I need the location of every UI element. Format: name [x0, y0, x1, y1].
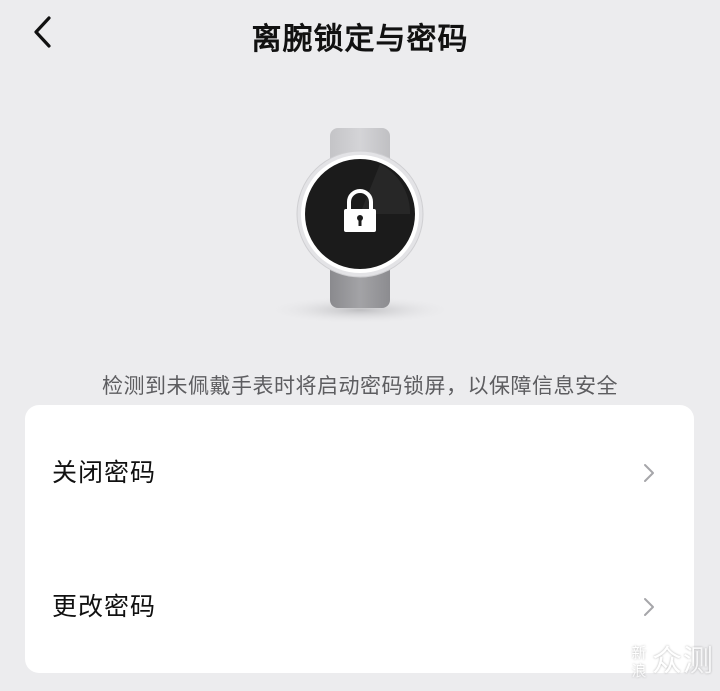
watermark-logo: 新浪 众测: [628, 640, 716, 684]
setting-label: 关闭密码: [52, 458, 157, 487]
header-bar: 离腕锁定与密码: [0, 0, 720, 66]
setting-label: 更改密码: [52, 592, 157, 621]
chevron-right-icon: [644, 464, 654, 482]
settings-card: 关闭密码 更改密码: [25, 405, 694, 673]
page-title: 离腕锁定与密码: [251, 22, 469, 57]
watermark-small-text: 新浪: [631, 644, 647, 680]
change-password-row[interactable]: 更改密码: [25, 547, 694, 667]
info-description: 检测到未佩戴手表时将启动密码锁屏，以保障信息安全: [102, 374, 618, 398]
watermark-big-text: 众测: [652, 644, 714, 679]
watch-lock-icon: [265, 128, 455, 324]
chevron-right-icon: [644, 598, 654, 616]
disable-password-row[interactable]: 关闭密码: [25, 413, 694, 533]
watch-illustration: [250, 118, 470, 338]
